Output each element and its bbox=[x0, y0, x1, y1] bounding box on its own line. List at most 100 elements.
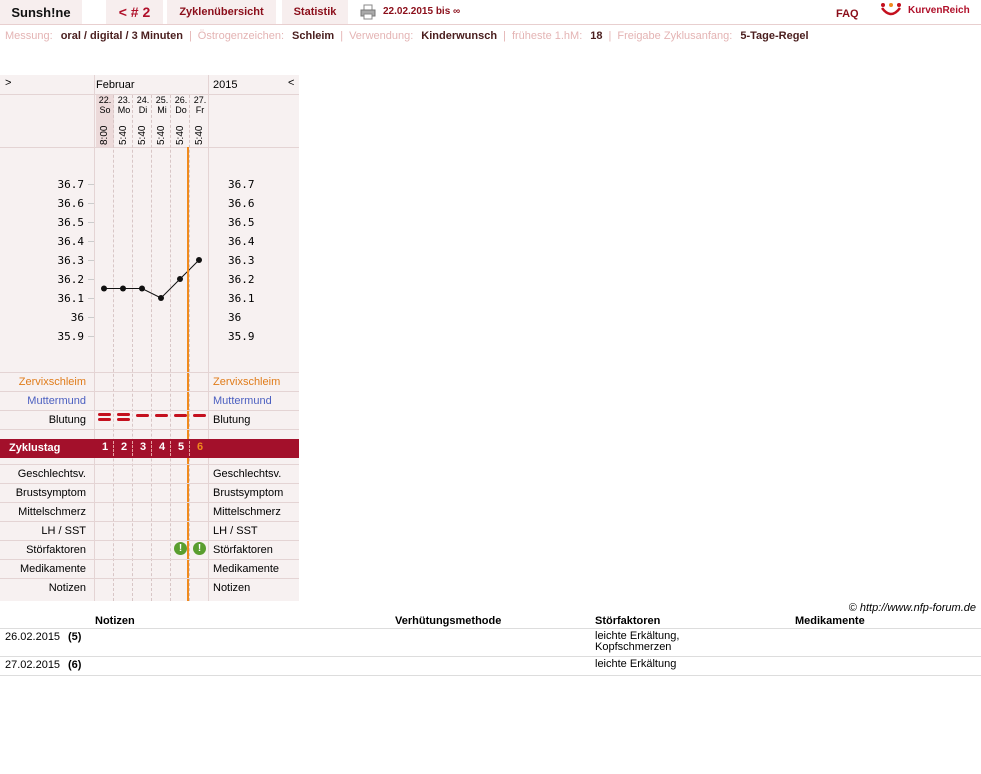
muttermund-label-right: Muttermund bbox=[213, 395, 272, 407]
kurvenreich-logo-icon bbox=[881, 3, 901, 16]
symptom-label-right[interactable]: Störfaktoren bbox=[213, 544, 273, 556]
kurvenreich-logo-text[interactable]: KurvenReich bbox=[908, 5, 970, 16]
bleeding-mark bbox=[98, 413, 111, 416]
stoerfaktor-flag-icon[interactable]: ! bbox=[174, 542, 187, 555]
cycle-number-button[interactable]: < # 2 bbox=[106, 0, 163, 24]
current-day-line bbox=[187, 147, 189, 601]
notes-table-row: 27.02.2015 (6) leichte Erkältung bbox=[0, 657, 981, 676]
symptom-label-right[interactable]: Geschlechtsv. bbox=[213, 468, 281, 480]
grid-line bbox=[0, 521, 299, 522]
symptom-label-right[interactable]: LH / SST bbox=[213, 525, 258, 537]
cycle-day-divider bbox=[132, 441, 133, 456]
cycle-day-divider bbox=[189, 441, 190, 456]
grid-line bbox=[0, 578, 299, 579]
notes-table-header: Notizen Verhütungsmethode Störfaktoren M… bbox=[0, 614, 981, 629]
temperature-point[interactable] bbox=[177, 276, 183, 282]
bleeding-mark bbox=[193, 414, 206, 417]
symptom-label-right[interactable]: Notizen bbox=[213, 582, 250, 594]
cycle-chart: > Februar 2015 < 22. So 8:00 23. Mo 5:40 24. Di… bbox=[0, 75, 299, 601]
cycle-number-label: < # 2 bbox=[118, 4, 151, 20]
messung-value: oral / digital / 3 Minuten bbox=[60, 30, 183, 42]
temperature-point[interactable] bbox=[158, 295, 164, 301]
symptom-label-left: Mittelschmerz bbox=[18, 506, 86, 518]
zervix-label-right: Zervixschleim bbox=[213, 376, 281, 388]
bleeding-mark bbox=[117, 413, 130, 416]
note-date: 27.02.2015 bbox=[5, 659, 61, 671]
bleeding-mark bbox=[98, 418, 111, 421]
note-stoerfaktoren: leichte Erkältung, Kopfschmerzen bbox=[595, 630, 680, 653]
fhm-label: früheste 1.hM: bbox=[511, 30, 583, 42]
bleeding-mark bbox=[117, 418, 130, 421]
bleeding-mark bbox=[155, 414, 168, 417]
cycle-day-bar: Zyklustag 123456 bbox=[0, 439, 299, 458]
temperature-point[interactable] bbox=[196, 257, 202, 263]
grid-line bbox=[0, 483, 299, 484]
temperature-line bbox=[104, 259, 200, 299]
note-date: 26.02.2015 bbox=[5, 631, 61, 643]
notes-table-row: 26.02.2015 (5) leichte Erkältung, Kopfschm… bbox=[0, 629, 981, 657]
grid-line bbox=[0, 410, 299, 411]
cycle-day-divider bbox=[151, 441, 152, 456]
header-notizen: Notizen bbox=[95, 615, 135, 627]
verwendung-value: Kinderwunsch bbox=[421, 30, 498, 42]
top-bar: Sunsh!ne < # 2 Zyklenübersicht Statistik… bbox=[0, 0, 981, 25]
symptom-label-left: Notizen bbox=[48, 582, 86, 594]
cycle-day-divider bbox=[170, 441, 171, 456]
temperature-curve bbox=[101, 257, 202, 301]
fhm-value: 18 bbox=[590, 30, 603, 42]
statistics-tab[interactable]: Statistik bbox=[282, 0, 348, 24]
cycle-day-number: 6 bbox=[196, 441, 204, 453]
temperature-point[interactable] bbox=[101, 285, 107, 292]
temperature-point[interactable] bbox=[120, 285, 126, 292]
note-cycle-day: (6) bbox=[68, 659, 82, 671]
brand-label: Sunsh!ne bbox=[11, 4, 71, 20]
statistics-label: Statistik bbox=[293, 6, 337, 18]
grid-line bbox=[0, 429, 299, 430]
freigabe-label: Freigabe Zyklusanfang: bbox=[617, 30, 733, 42]
faq-link[interactable]: FAQ bbox=[836, 8, 859, 20]
separator: | bbox=[188, 30, 192, 42]
note-stoerfaktoren: leichte Erkältung bbox=[595, 658, 677, 670]
temperature-point[interactable] bbox=[139, 285, 145, 292]
zervix-label-left: Zervixschleim bbox=[18, 376, 86, 388]
muttermund-label-left: Muttermund bbox=[27, 395, 86, 407]
cycle-day-number: 1 bbox=[101, 441, 109, 453]
grid-line bbox=[0, 464, 299, 465]
cycle-day-number: 5 bbox=[177, 441, 185, 453]
printer-icon[interactable] bbox=[360, 4, 376, 20]
cycle-info-line: Messung: oral / digital / 3 Minuten | Östro… bbox=[5, 30, 815, 42]
copyright: © http://www.nfp-forum.de bbox=[848, 602, 976, 614]
symptom-label-right[interactable]: Brustsymptom bbox=[213, 487, 283, 499]
cycle-day-divider bbox=[113, 441, 114, 456]
symptom-label-left: Medikamente bbox=[19, 563, 86, 575]
cycle-overview-tab[interactable]: Zyklenübersicht bbox=[167, 0, 276, 24]
header-medikamente: Medikamente bbox=[795, 615, 865, 627]
symptom-label-left: Brustsymptom bbox=[15, 487, 86, 499]
cycle-day-number: 4 bbox=[158, 441, 166, 453]
symptom-label-left: Geschlechtsv. bbox=[17, 468, 86, 480]
separator: | bbox=[340, 30, 344, 42]
note-cycle-day: (5) bbox=[68, 631, 82, 643]
date-range: 22.02.2015 bis ∞ bbox=[383, 6, 461, 17]
messung-label: Messung: bbox=[5, 30, 53, 42]
header-verhuetung: Verhütungsmethode bbox=[395, 615, 502, 627]
header-stoerfaktoren: Störfaktoren bbox=[595, 615, 661, 627]
blutung-label-left: Blutung bbox=[48, 414, 86, 426]
grid-line bbox=[0, 502, 299, 503]
symptom-label-right[interactable]: Mittelschmerz bbox=[213, 506, 281, 518]
cycle-overview-label: Zyklenübersicht bbox=[179, 6, 264, 18]
cycle-day-number: 3 bbox=[139, 441, 147, 453]
blutung-label-right: Blutung bbox=[213, 414, 251, 426]
symptom-label-right[interactable]: Medikamente bbox=[213, 563, 279, 575]
oestrogen-value: Schleim bbox=[292, 30, 335, 42]
bleeding-mark bbox=[136, 414, 149, 417]
grid-line bbox=[0, 391, 299, 392]
bleeding-mark bbox=[174, 414, 187, 417]
zyklustag-label: Zyklustag bbox=[9, 442, 61, 454]
brand-tab[interactable]: Sunsh!ne bbox=[0, 0, 82, 24]
symptom-label-left: LH / SST bbox=[41, 525, 86, 537]
verwendung-label: Verwendung: bbox=[349, 30, 414, 42]
cycle-day-number: 2 bbox=[120, 441, 128, 453]
separator: | bbox=[608, 30, 612, 42]
stoerfaktor-flag-icon[interactable]: ! bbox=[193, 542, 206, 555]
